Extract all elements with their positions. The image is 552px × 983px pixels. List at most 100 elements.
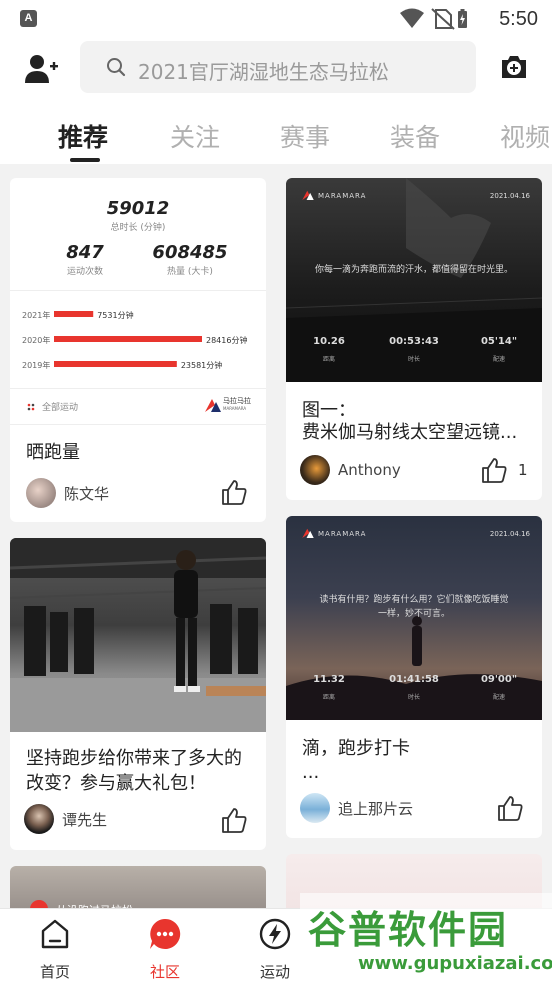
add-friend-icon[interactable] (24, 54, 58, 84)
wifi-icon (400, 8, 424, 28)
watermark-url: www.gupuxiazai.com (358, 953, 552, 974)
bar-year-label: 2020年 (22, 335, 50, 345)
post-card-stats[interactable]: 59012 总时长 (分钟) 847 运动次数 608485 热量 (大卡) 2… (10, 178, 266, 522)
maramara-logo-icon (302, 528, 314, 538)
category-tabs: 推荐 关注 赛事 装备 视频 (0, 98, 552, 164)
post-title-line-1[interactable]: 滴，跑步打卡 (302, 736, 532, 761)
tab-recommend[interactable]: 推荐 (58, 118, 108, 154)
divider (10, 424, 266, 425)
active-tab-indicator (70, 158, 100, 162)
lightning-icon (259, 918, 291, 950)
metric-time-value: 01:41:58 (389, 674, 439, 685)
runner-silhouette (286, 178, 542, 382)
post-title[interactable]: 晒跑量 (26, 440, 256, 465)
dots-icon (27, 403, 35, 410)
brand-sub: MARAMARA (223, 406, 247, 411)
metric-time-value: 00:53:43 (389, 336, 439, 347)
total-time-value: 59012 (106, 198, 170, 219)
post-author[interactable]: 谭先生 (24, 804, 107, 834)
status-bar: A 5:50 (0, 0, 552, 38)
tab-events[interactable]: 赛事 (280, 118, 330, 154)
metric-pace-label: 配速 (492, 356, 505, 363)
calories-value: 608485 (152, 242, 228, 263)
camera-add-icon[interactable] (500, 53, 528, 81)
top-bar: 2021官厅湖湿地生态马拉松 (0, 38, 552, 98)
metric-distance-label: 距离 (322, 694, 335, 701)
post-title[interactable]: 坚持跑步给你带来了多大的改变？参与赢大礼包！ (26, 746, 252, 796)
tab-video[interactable]: 视频 (500, 118, 550, 154)
divider (10, 290, 266, 291)
post-author[interactable]: Anthony (300, 455, 401, 485)
metric-pace-value: 05'14" (480, 336, 518, 347)
like-icon[interactable] (220, 806, 248, 834)
gym-scene (10, 538, 266, 732)
author-name: Anthony (338, 461, 401, 479)
no-sim-icon (431, 8, 455, 30)
tab-follow[interactable]: 关注 (170, 118, 220, 154)
poster-quote: 你每一滴为奔跑而流的汗水，都值得留在时光里。 (314, 265, 513, 275)
post-title-line-2[interactable]: ... (302, 760, 532, 785)
metric-time-label: 时长 (407, 694, 420, 701)
poster-brand: MARAMARA (318, 530, 367, 538)
watermark-text: 谷普软件园 (308, 908, 509, 952)
like-count: 1 (518, 461, 528, 479)
bar-value-label: 7531分钟 (97, 310, 133, 320)
metric-pace-value: 09'00" (480, 674, 518, 685)
metric-distance-value: 10.26 (313, 336, 345, 347)
battery-icon (458, 9, 467, 28)
avatar[interactable] (300, 793, 330, 823)
status-time: 5:50 (499, 8, 538, 30)
bar-value-label: 23581分钟 (181, 360, 222, 370)
avatar[interactable] (24, 804, 54, 834)
nav-community[interactable]: 社区 (120, 917, 210, 982)
avatar[interactable] (26, 478, 56, 508)
post-image[interactable]: MARAMARA 2021.04.16 你每一滴为奔跑而流的汗水，都值得留在时光… (286, 178, 542, 382)
nav-home[interactable]: 首页 (10, 917, 100, 982)
poster-quote-line-2: 一样，妙不可言。 (377, 609, 450, 619)
author-name: 追上那片云 (338, 799, 414, 818)
poster-date: 2021.04.16 (489, 192, 530, 200)
search-icon (107, 58, 126, 77)
post-card-gym[interactable]: 坚持跑步给你带来了多大的改变？参与赢大礼包！ 谭先生 (10, 538, 266, 850)
bar (54, 311, 94, 317)
calories-label: 热量 (大卡) (167, 267, 213, 277)
like-icon[interactable] (480, 456, 508, 484)
all-sports-tag: 全部运动 (26, 400, 78, 413)
author-name: 谭先生 (62, 810, 108, 829)
post-author[interactable]: 陈文华 (26, 478, 109, 508)
maramara-logo-icon (302, 190, 314, 200)
total-time-label: 总时长 (分钟) (110, 223, 166, 233)
divider (10, 388, 266, 389)
search-bar[interactable]: 2021官厅湖湿地生态马拉松 (80, 41, 476, 93)
poster-date: 2021.04.16 (489, 530, 530, 538)
metric-time-label: 时长 (407, 356, 420, 363)
nav-community-label: 社区 (149, 963, 180, 981)
watermark: 谷普软件园 www.gupuxiazai.com (300, 893, 552, 983)
like-icon[interactable] (220, 478, 248, 506)
bar-value-label: 28416分钟 (206, 335, 247, 345)
yearly-bar-chart: 2021年 7531分钟 2020年 28416分钟 2019年 23581分钟 (22, 310, 247, 370)
post-image[interactable] (10, 538, 266, 732)
post-title-line-2[interactable]: 费米伽马射线太空望远镜... (302, 420, 532, 445)
bar-year-label: 2021年 (22, 310, 50, 320)
post-author[interactable]: 追上那片云 (300, 793, 413, 823)
metric-pace-label: 配速 (492, 694, 505, 701)
post-card-poster-1[interactable]: MARAMARA 2021.04.16 你每一滴为奔跑而流的汗水，都值得留在时光… (286, 178, 542, 500)
post-card-poster-2[interactable]: MARAMARA 2021.04.16 读书有什用？跑步有什么用？它们就像吃饭睡… (286, 516, 542, 838)
avatar[interactable] (300, 455, 330, 485)
runs-count-label: 运动次数 (66, 267, 103, 277)
bar (54, 336, 202, 342)
poster-brand: MARAMARA (318, 192, 367, 200)
post-image[interactable]: MARAMARA 2021.04.16 读书有什用？跑步有什么用？它们就像吃饭睡… (286, 516, 542, 720)
runs-count-value: 847 (66, 242, 104, 263)
tab-gear[interactable]: 装备 (390, 118, 440, 154)
bar (54, 361, 177, 367)
like-icon[interactable] (496, 794, 524, 822)
brand-logo: 马拉马拉 MARAMARA (205, 398, 251, 412)
brand-name: 马拉马拉 (223, 397, 251, 405)
metric-distance-label: 距离 (322, 356, 335, 363)
all-sports-label: 全部运动 (42, 403, 79, 413)
nav-home-label: 首页 (39, 963, 70, 981)
status-app-badge: A (20, 10, 37, 27)
metric-distance-value: 11.32 (313, 674, 345, 685)
